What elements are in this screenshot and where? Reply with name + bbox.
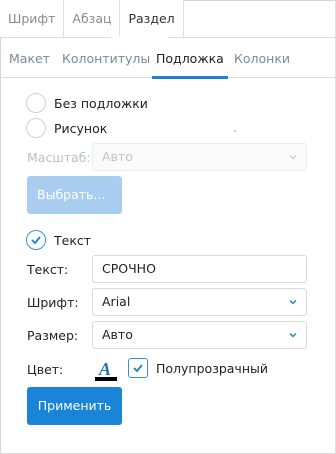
font-color-icon[interactable]: A xyxy=(95,359,117,381)
radio-button[interactable] xyxy=(26,93,46,113)
radio-button[interactable] xyxy=(26,118,46,138)
text-option-label: Текст xyxy=(54,233,92,248)
scale-label: Масштаб: xyxy=(27,150,91,165)
decorative-dot xyxy=(234,130,236,132)
font-select[interactable]: Arial xyxy=(92,288,307,316)
tab-headers-footers[interactable]: Колонтитулы xyxy=(62,38,150,78)
apply-button[interactable]: Применить xyxy=(27,387,122,425)
sub-tabs: Макет Колонтитулы Подложка Колонки xyxy=(0,38,336,79)
text-value: СРОЧНО xyxy=(102,261,156,276)
text-option-checkbox[interactable] xyxy=(26,230,46,250)
scale-select[interactable]: Авто xyxy=(92,143,307,171)
tab-section[interactable]: Раздел xyxy=(120,0,184,37)
semi-transparent-checkbox[interactable] xyxy=(128,358,148,378)
color-swatch xyxy=(95,377,117,381)
size-value: Авто xyxy=(102,327,133,342)
radio-no-watermark[interactable]: Без подложки xyxy=(26,92,148,114)
radio-label: Рисунок xyxy=(54,120,108,136)
checkmark-icon xyxy=(31,236,41,245)
chevron-down-icon xyxy=(289,154,297,160)
color-label: Цвет: xyxy=(27,362,64,377)
tab-watermark[interactable]: Подложка xyxy=(152,38,228,79)
tab-layout[interactable]: Макет xyxy=(9,38,50,78)
top-tabs: Шрифт Абзац Раздел xyxy=(0,0,184,37)
chevron-down-icon xyxy=(289,332,297,338)
font-value: Arial xyxy=(102,294,131,309)
size-label: Размер: xyxy=(27,328,79,343)
tab-columns[interactable]: Колонки xyxy=(234,38,290,78)
tab-font[interactable]: Шрифт xyxy=(0,0,65,37)
semi-transparent-label: Полупрозрачный xyxy=(156,361,268,376)
checkmark-icon xyxy=(133,364,143,373)
size-select[interactable]: Авто xyxy=(92,321,307,349)
font-label: Шрифт: xyxy=(27,295,79,310)
radio-picture[interactable]: Рисунок xyxy=(26,117,107,139)
watermark-text-input[interactable]: СРОЧНО xyxy=(92,255,307,283)
scale-value: Авто xyxy=(102,149,133,164)
text-label: Текст: xyxy=(27,262,69,277)
tab-paragraph[interactable]: Абзац xyxy=(64,0,121,37)
radio-label: Без подложки xyxy=(54,95,148,111)
chevron-down-icon xyxy=(289,299,297,305)
choose-picture-button[interactable]: Выбрать... xyxy=(27,176,122,214)
